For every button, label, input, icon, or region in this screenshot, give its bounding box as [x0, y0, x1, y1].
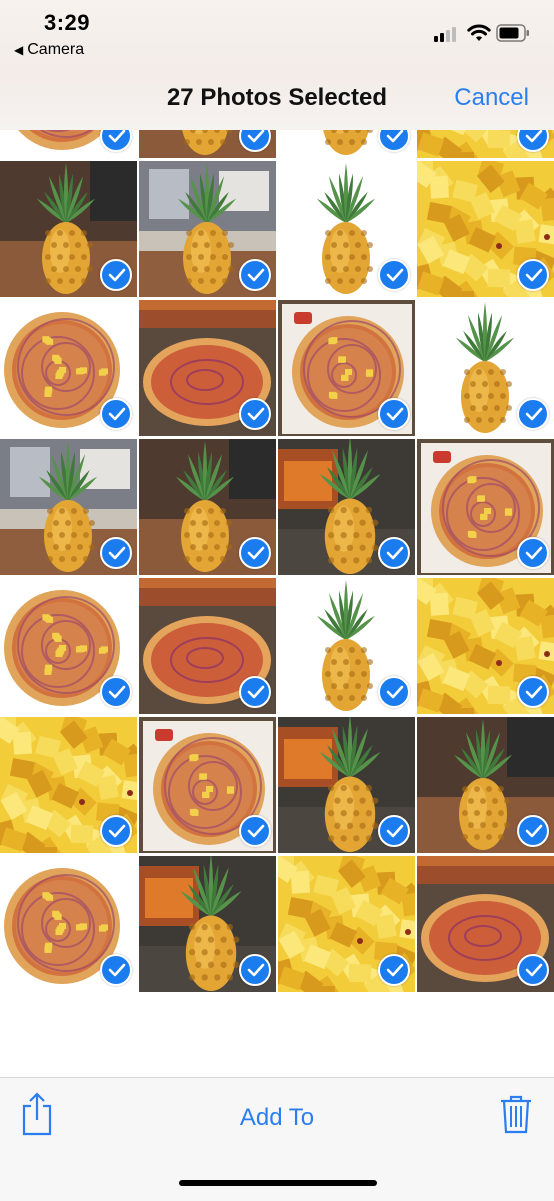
- photo-thumbnail[interactable]: [0, 161, 137, 297]
- status-time: 3:29: [44, 10, 91, 35]
- selected-checkmark-icon: [239, 398, 271, 430]
- back-to-app-link[interactable]: ◀ Camera: [14, 41, 84, 59]
- selected-checkmark-icon: [100, 398, 132, 430]
- selected-checkmark-icon: [239, 259, 271, 291]
- selected-checkmark-icon: [239, 537, 271, 569]
- selected-checkmark-icon: [378, 398, 410, 430]
- photo-thumbnail[interactable]: [0, 300, 137, 436]
- selected-checkmark-icon: [239, 815, 271, 847]
- battery-icon: [496, 24, 529, 42]
- selected-checkmark-icon: [100, 676, 132, 708]
- photo-thumbnail[interactable]: [139, 161, 276, 297]
- selected-checkmark-icon: [100, 815, 132, 847]
- photo-thumbnail[interactable]: [0, 717, 137, 853]
- selected-checkmark-icon: [239, 954, 271, 986]
- selected-checkmark-icon: [378, 259, 410, 291]
- trash-icon[interactable]: [500, 1094, 532, 1134]
- selected-count-label: 27 Photos Selected: [166, 84, 388, 111]
- photo-thumbnail[interactable]: [139, 130, 276, 158]
- selected-checkmark-icon: [378, 537, 410, 569]
- photo-thumbnail[interactable]: [417, 717, 554, 853]
- photo-thumbnail[interactable]: [278, 161, 415, 297]
- photo-thumbnail[interactable]: [278, 578, 415, 714]
- back-triangle-icon: ◀: [14, 43, 24, 57]
- photo-thumbnail[interactable]: [0, 578, 137, 714]
- photo-thumbnail[interactable]: [417, 578, 554, 714]
- selected-checkmark-icon: [100, 259, 132, 291]
- photo-thumbnail[interactable]: [139, 578, 276, 714]
- status-bar: 3:29 ◀ Camera: [0, 0, 554, 72]
- selected-checkmark-icon: [378, 676, 410, 708]
- wifi-icon: [467, 24, 491, 41]
- photo-thumbnail[interactable]: [139, 856, 276, 992]
- photo-thumbnail[interactable]: [0, 856, 137, 992]
- selected-checkmark-icon: [517, 398, 549, 430]
- photo-thumbnail[interactable]: [278, 856, 415, 992]
- photo-thumbnail[interactable]: [139, 439, 276, 575]
- photo-thumbnail[interactable]: [417, 439, 554, 575]
- navigation-bar: 27 Photos Selected Cancel: [0, 72, 554, 130]
- cancel-button[interactable]: Cancel: [454, 84, 529, 112]
- photo-thumbnail[interactable]: [278, 439, 415, 575]
- selected-checkmark-icon: [517, 954, 549, 986]
- add-to-button[interactable]: Add To: [0, 1104, 554, 1132]
- selected-checkmark-icon: [517, 259, 549, 291]
- home-indicator: [179, 1180, 377, 1186]
- photo-thumbnail[interactable]: [139, 300, 276, 436]
- photo-thumbnail[interactable]: [278, 130, 415, 158]
- selected-checkmark-icon: [239, 676, 271, 708]
- selected-checkmark-icon: [100, 537, 132, 569]
- photo-thumbnail[interactable]: [0, 130, 137, 158]
- photo-thumbnail[interactable]: [417, 130, 554, 158]
- selected-checkmark-icon: [100, 954, 132, 986]
- photo-grid: [0, 130, 554, 994]
- photo-thumbnail[interactable]: [139, 717, 276, 853]
- photo-thumbnail[interactable]: [417, 856, 554, 992]
- selected-checkmark-icon: [378, 815, 410, 847]
- photo-thumbnail[interactable]: [417, 161, 554, 297]
- signal-icon: [434, 26, 460, 42]
- photo-thumbnail[interactable]: [0, 439, 137, 575]
- photo-thumbnail[interactable]: [278, 300, 415, 436]
- back-app-label: Camera: [27, 41, 85, 58]
- selected-checkmark-icon: [517, 815, 549, 847]
- selected-checkmark-icon: [517, 676, 549, 708]
- photo-thumbnail[interactable]: [417, 300, 554, 436]
- selected-checkmark-icon: [378, 954, 410, 986]
- photo-thumbnail[interactable]: [278, 717, 415, 853]
- selected-checkmark-icon: [517, 537, 549, 569]
